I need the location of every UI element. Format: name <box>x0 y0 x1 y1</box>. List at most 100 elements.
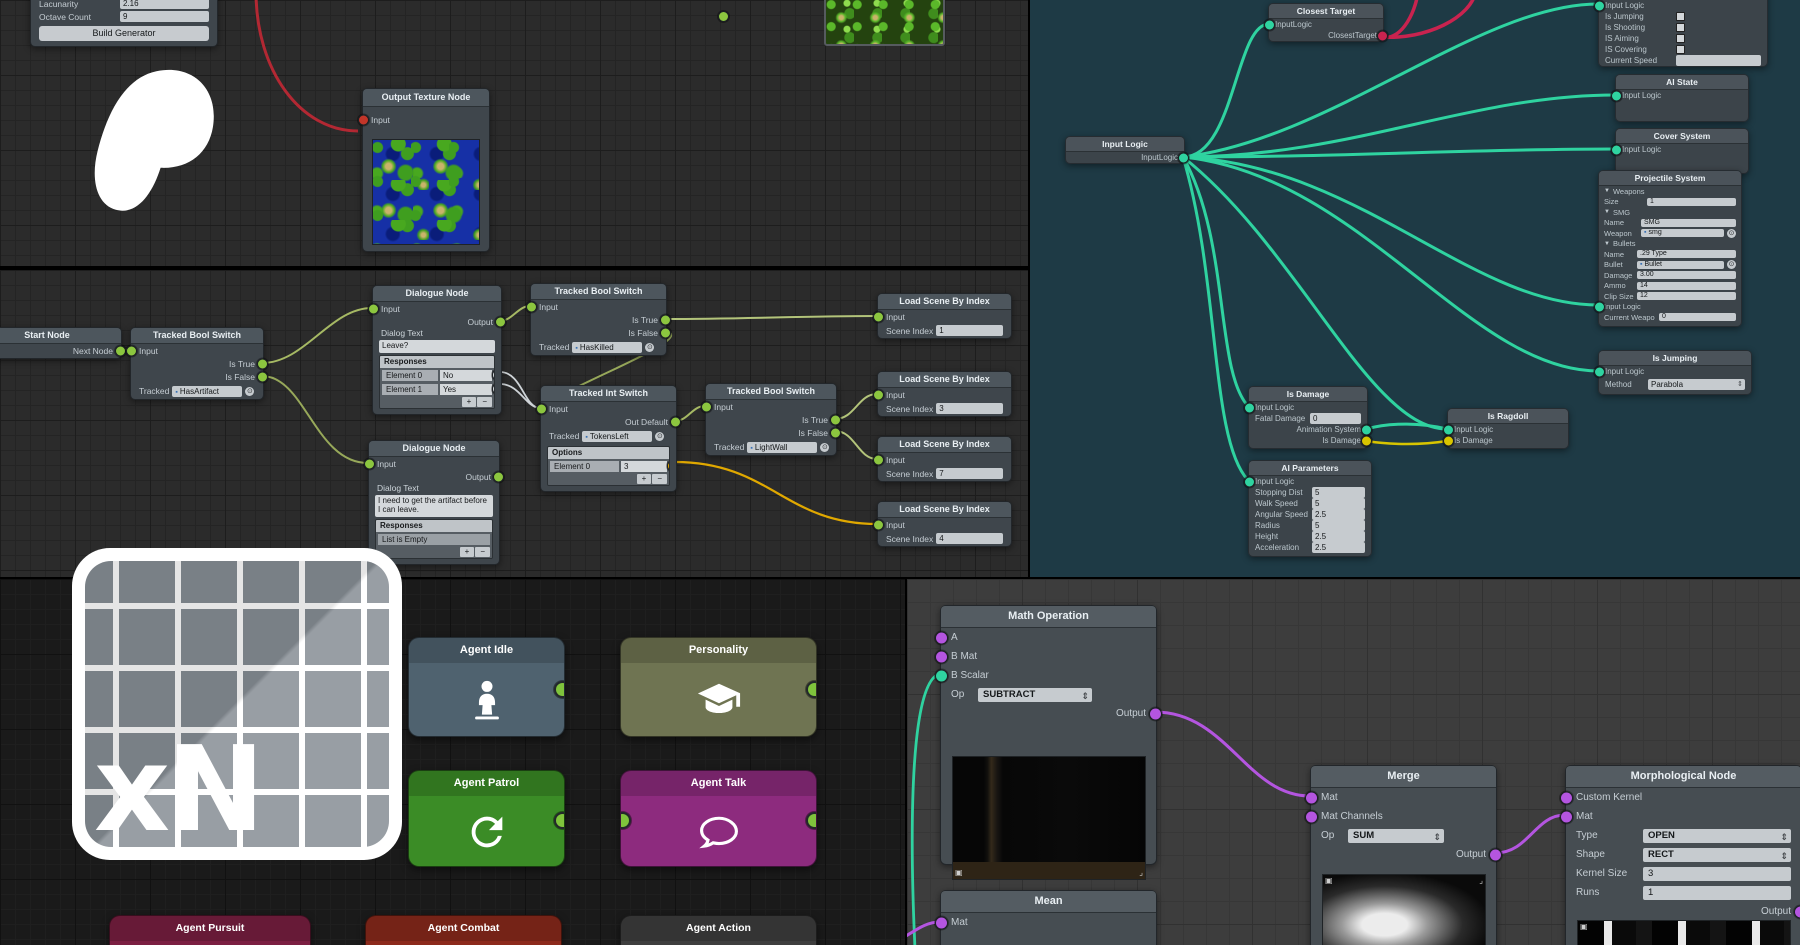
port-out[interactable] <box>554 812 565 829</box>
node-title[interactable]: Is Ragdoll <box>1448 409 1568 424</box>
port-input-logic[interactable] <box>1264 19 1275 30</box>
node-title[interactable]: Projectile System <box>1599 171 1741 186</box>
node-agent-combat[interactable]: Agent Combat <box>365 915 562 945</box>
type-dropdown[interactable]: OPEN <box>1643 829 1791 843</box>
remove-element-button[interactable]: − <box>652 474 667 484</box>
port-response-0[interactable] <box>492 370 495 381</box>
port-input[interactable] <box>526 301 537 312</box>
port-output[interactable] <box>1489 848 1502 861</box>
field[interactable]: 5 <box>1312 498 1365 509</box>
node-title[interactable]: Agent Talk <box>621 771 816 796</box>
node-output-texture[interactable]: Output Texture Node Input <box>362 88 490 252</box>
preview-gizmo-icon[interactable]: ▣ <box>1580 923 1588 931</box>
node-title[interactable]: Dialogue Node <box>369 441 499 457</box>
port-output[interactable] <box>493 471 504 482</box>
port-input-logic[interactable] <box>1594 366 1605 377</box>
node-title[interactable]: Start Node <box>0 328 121 344</box>
port-b-scalar[interactable] <box>935 669 948 682</box>
node-ai-parameters[interactable]: AI Parameters Input Logic Stopping Dist5… <box>1248 460 1372 557</box>
node-generator[interactable]: Lacunarity 2.16 Octave Count 9 Build Gen… <box>30 0 218 47</box>
port-out[interactable] <box>554 681 565 698</box>
node-title[interactable]: Load Scene By Index <box>878 294 1011 310</box>
port-input-logic[interactable] <box>1244 402 1255 413</box>
op-dropdown[interactable]: SUBTRACT <box>978 688 1092 702</box>
node-title[interactable]: Output Texture Node <box>363 89 489 107</box>
port[interactable] <box>718 11 729 22</box>
node-title[interactable]: Personality <box>621 638 816 663</box>
field[interactable]: 2.5 <box>1312 542 1365 553</box>
add-element-button[interactable]: + <box>460 547 475 557</box>
node-title[interactable]: Morphological Node <box>1566 766 1800 788</box>
node-title[interactable]: Cover System <box>1616 129 1748 144</box>
port-input[interactable] <box>873 519 884 530</box>
node-is-jumping[interactable]: Is Jumping Input Logic Method Parabola <box>1598 350 1752 395</box>
port-input[interactable] <box>126 345 137 356</box>
object-picker-icon[interactable]: ⊙ <box>1727 260 1736 269</box>
port-a[interactable] <box>935 631 948 644</box>
kernel-size-field[interactable]: 3 <box>1643 867 1791 881</box>
field[interactable]: 0 <box>1659 313 1736 321</box>
node-state-partial[interactable]: Input Logic Is Jumping Is Shooting IS Ai… <box>1598 0 1768 67</box>
dialog-text-field[interactable]: I need to get the artifact before I can … <box>375 495 493 517</box>
node-tracked-int-switch[interactable]: Tracked Int Switch Input Out Default Tra… <box>540 385 677 492</box>
node-closest-target[interactable]: Closest Target InputLogic ClosestTarget <box>1268 3 1384 42</box>
node-title[interactable]: Load Scene By Index <box>878 437 1011 453</box>
port-output[interactable] <box>1794 905 1800 918</box>
remove-element-button[interactable]: − <box>477 397 492 407</box>
node-agent-talk[interactable]: Agent Talk <box>620 770 817 867</box>
foldout-smg[interactable]: SMG <box>1599 207 1741 218</box>
port-output[interactable] <box>1149 707 1162 720</box>
port-out-default[interactable] <box>670 416 681 427</box>
port-input-logic[interactable] <box>1443 424 1454 435</box>
scene-index-field[interactable]: 4 <box>936 533 1003 544</box>
port-mat[interactable] <box>935 916 948 929</box>
node-mean[interactable]: Mean Mat <box>940 890 1157 945</box>
node-cover-system[interactable]: Cover System Input Logic <box>1615 128 1749 174</box>
tracked-object-field[interactable]: HasKilled <box>572 342 642 353</box>
node-morphological[interactable]: Morphological Node Custom Kernel Mat Typ… <box>1565 765 1800 945</box>
port-input-logic[interactable] <box>1611 144 1622 155</box>
port-out[interactable] <box>806 681 817 698</box>
port-input[interactable] <box>358 114 369 125</box>
node-start[interactable]: Start Node Next Node <box>0 327 122 359</box>
port-is-true[interactable] <box>830 414 841 425</box>
tracked-object-field[interactable]: TokensLeft <box>582 431 652 442</box>
tracked-object-field[interactable]: HasArtifact <box>172 386 242 397</box>
port-response-1[interactable] <box>492 384 495 395</box>
node-title[interactable]: Tracked Int Switch <box>541 386 676 402</box>
lacunarity-field[interactable]: 2.16 <box>120 0 209 9</box>
foldout-weapons[interactable]: Weapons <box>1599 186 1741 197</box>
port-mat[interactable] <box>1305 791 1318 804</box>
node-agent-pursuit[interactable]: Agent Pursuit <box>109 915 311 945</box>
node-load-scene[interactable]: Load Scene By Index Input Scene Index 7 <box>877 436 1012 482</box>
checkbox[interactable] <box>1676 12 1685 21</box>
node-title[interactable]: Agent Combat <box>366 916 561 941</box>
node-dialogue[interactable]: Dialogue Node Input Output Dialog Text I… <box>368 440 500 565</box>
node-title[interactable]: Is Jumping <box>1599 351 1751 366</box>
field[interactable]: .29 Type <box>1637 250 1736 258</box>
node-title[interactable]: Mean <box>941 891 1156 913</box>
node-input-logic[interactable]: Input Logic InputLogic <box>1065 136 1185 164</box>
port-next-node[interactable] <box>115 346 126 357</box>
node-title[interactable]: AI State <box>1616 75 1748 90</box>
node-dialogue[interactable]: Dialogue Node Input Output Dialog Text L… <box>372 285 502 415</box>
method-dropdown[interactable]: Parabola <box>1648 379 1745 390</box>
field[interactable]: 5 <box>1312 520 1365 531</box>
node-tracked-bool-switch[interactable]: Tracked Bool Switch Input Is True Is Fal… <box>705 383 837 456</box>
field[interactable]: SMG <box>1641 219 1736 227</box>
tracked-object-field[interactable]: LightWall <box>747 442 817 453</box>
node-is-damage[interactable]: Is Damage Input Logic Fatal Damage 0 Ani… <box>1248 386 1368 449</box>
node-load-scene[interactable]: Load Scene By Index Input Scene Index 1 <box>877 293 1012 339</box>
build-generator-button[interactable]: Build Generator <box>39 26 209 41</box>
current-speed-field[interactable] <box>1676 55 1761 66</box>
port-input[interactable] <box>536 403 547 414</box>
scene-index-field[interactable]: 7 <box>936 468 1003 479</box>
runs-field[interactable]: 1 <box>1643 886 1791 900</box>
dialog-text-field[interactable]: Leave? <box>379 340 495 353</box>
shape-dropdown[interactable]: RECT <box>1643 848 1791 862</box>
port-input[interactable] <box>873 454 884 465</box>
port-is-true[interactable] <box>257 358 268 369</box>
element-value-field[interactable]: No <box>440 370 492 381</box>
object-picker-icon[interactable]: ⊙ <box>655 432 664 441</box>
node-title[interactable]: Agent Pursuit <box>110 916 310 941</box>
